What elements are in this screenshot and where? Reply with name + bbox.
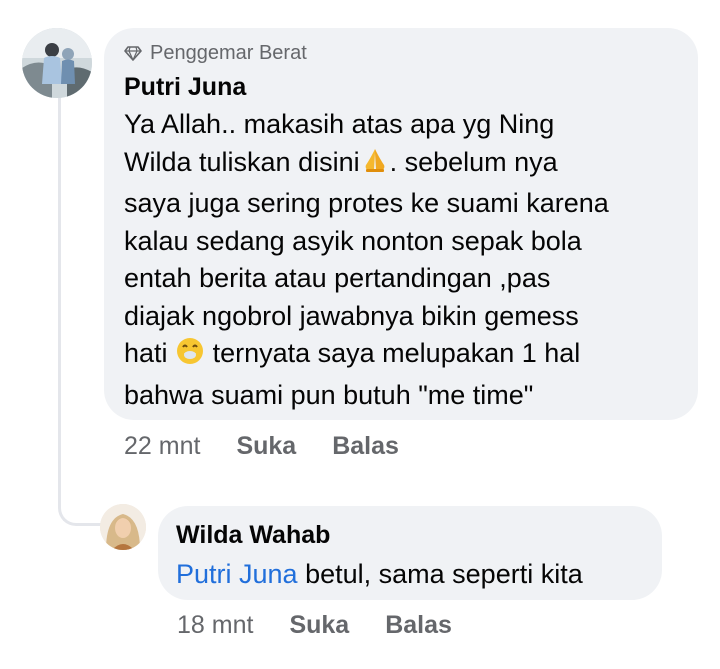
reply-author[interactable]: Wilda Wahab xyxy=(176,520,642,550)
comment-line: entah berita atau pertandingan ,pas xyxy=(124,263,551,293)
avatar-wilda-wahab[interactable] xyxy=(100,504,146,550)
avatar-putri-juna[interactable] xyxy=(22,28,92,98)
diamond-icon xyxy=(124,46,142,61)
comment-line: hati ternyata saya melupakan 1 hal xyxy=(124,335,678,377)
comment-text: Ya Allah.. makasih atas apa yg Ning Wild… xyxy=(124,106,678,414)
comment-bubble: Penggemar Berat Putri Juna Ya Allah.. ma… xyxy=(104,28,698,420)
comment-line: Ya Allah.. makasih atas apa yg Ning xyxy=(124,109,555,139)
comment-line: diajak ngobrol jawabnya bikin gemess xyxy=(124,300,579,331)
reply-actions: 18 mnt Suka Balas xyxy=(177,611,488,640)
folded-hands-emoji-icon xyxy=(360,145,390,186)
reply-text: Putri Juna betul, sama seperti kita xyxy=(176,556,642,593)
reply-button[interactable]: Balas xyxy=(332,432,399,461)
badge-label: Penggemar Berat xyxy=(150,41,307,64)
comment-fragment: hati xyxy=(124,338,168,368)
comment-line: bahwa suami pun butuh "me time" xyxy=(124,379,534,410)
comment-fragment: Wilda tuliskan disini xyxy=(124,146,360,177)
reply-body: betul, sama seperti kita xyxy=(297,559,583,589)
comment-timestamp[interactable]: 22 mnt xyxy=(124,432,200,461)
fan-badge[interactable]: Penggemar Berat xyxy=(124,40,678,66)
like-button[interactable]: Suka xyxy=(236,432,296,461)
comment-line: Wilda tuliskan disini . sebelum nya xyxy=(124,144,678,186)
comment-actions: 22 mnt Suka Balas xyxy=(124,432,435,461)
thread-connector-line xyxy=(58,96,102,526)
laughing-emoji-icon xyxy=(175,336,205,377)
comment-fragment: ternyata saya melupakan 1 hal xyxy=(212,338,581,368)
reply-like-button[interactable]: Suka xyxy=(289,611,349,640)
comment-fragment: . sebelum nya xyxy=(389,146,558,177)
comment-author[interactable]: Putri Juna xyxy=(124,72,678,102)
comment-line: saya juga sering protes ke suami karena xyxy=(124,188,609,218)
reply-bubble: Wilda Wahab Putri Juna betul, sama seper… xyxy=(158,506,662,600)
comment-line: kalau sedang asyik nonton sepak bola xyxy=(124,225,582,256)
reply-timestamp[interactable]: 18 mnt xyxy=(177,611,253,640)
mention-link[interactable]: Putri Juna xyxy=(176,559,298,589)
reply-reply-button[interactable]: Balas xyxy=(385,611,452,640)
